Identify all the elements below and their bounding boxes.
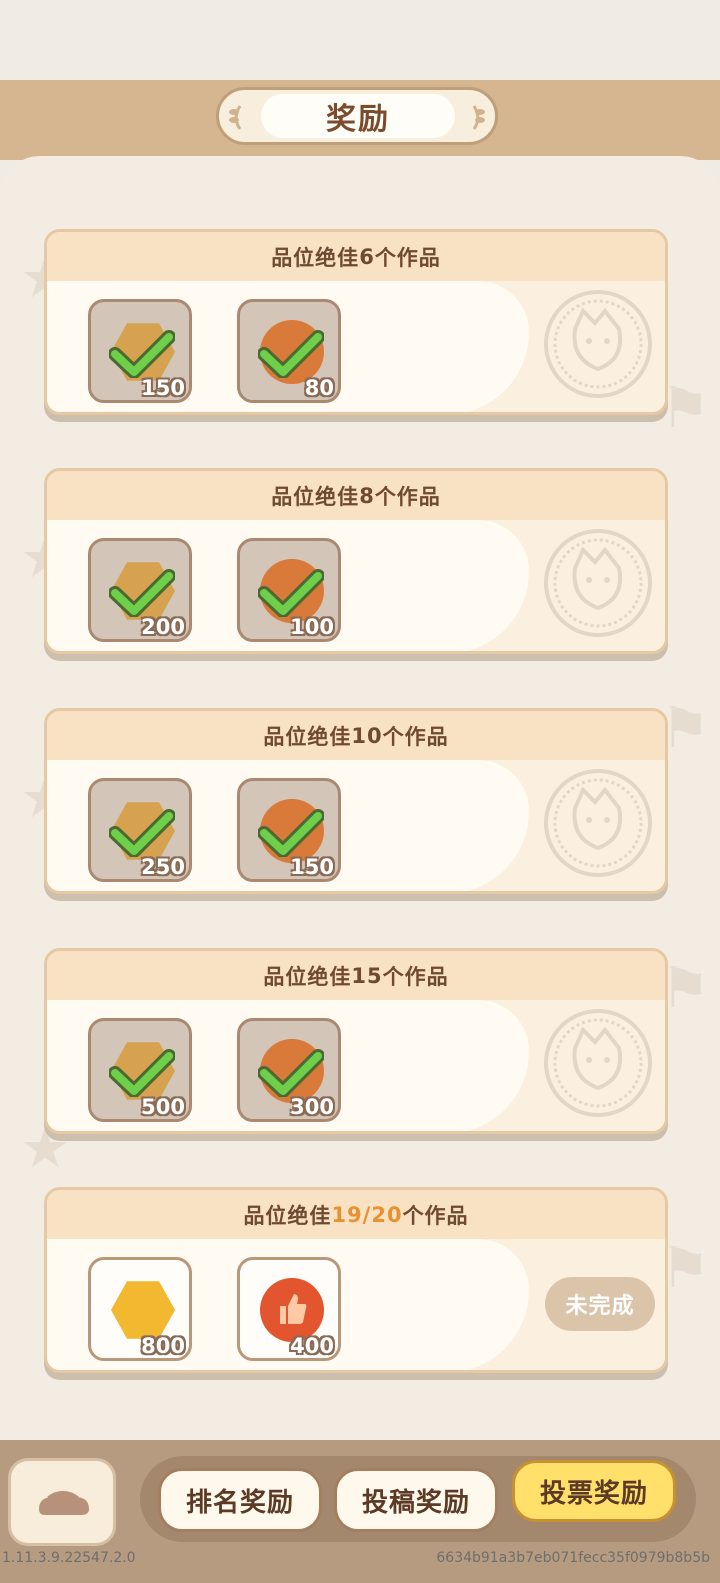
reward-amount: 150 — [290, 855, 334, 879]
page-title: 奖励 — [261, 94, 455, 138]
reward-amount: 200 — [141, 615, 185, 639]
reward-slot[interactable]: 250 — [88, 778, 192, 882]
reward-card: 品位绝佳 15 个作品 500 300 — [44, 948, 668, 1134]
check-icon — [258, 569, 324, 617]
progress-count: 6 — [359, 244, 375, 269]
thumbs-up-icon — [280, 1294, 307, 1324]
reward-slot[interactable]: 200 — [88, 538, 192, 642]
laurel-right-icon — [472, 105, 485, 130]
reward-slot[interactable]: 100 — [237, 538, 341, 642]
reward-slot[interactable]: 80 — [237, 299, 341, 403]
reward-card: 品位绝佳 6 个作品 150 80 — [44, 229, 668, 415]
claimed-stamp-icon — [544, 769, 652, 877]
reward-amount: 250 — [141, 855, 185, 879]
reward-card: 品位绝佳 19/20 个作品 800 400 未完成 — [44, 1187, 668, 1373]
reward-amount: 300 — [290, 1095, 334, 1119]
tab-voting-rewards[interactable]: 投票奖励 — [512, 1460, 676, 1522]
title-plate: 奖励 — [216, 87, 498, 145]
card-title: 品位绝佳 19/20 个作品 — [47, 1190, 665, 1239]
progress-count: 15 — [351, 963, 383, 988]
progress-count: 10 — [351, 723, 383, 748]
card-title: 品位绝佳 15 个作品 — [47, 951, 665, 1000]
tab-submission-rewards[interactable]: 投稿奖励 — [334, 1468, 498, 1532]
progress-count: 8 — [359, 483, 375, 508]
slipper-back-icon — [39, 1491, 89, 1515]
build-hash-text: 6634b91a3b7eb071fecc35f0979b8b5b — [436, 1550, 710, 1566]
check-icon — [109, 330, 175, 378]
claimed-stamp-icon — [544, 290, 652, 398]
check-icon — [109, 569, 175, 617]
reward-amount: 800 — [141, 1334, 185, 1358]
check-icon — [258, 330, 324, 378]
reward-slot[interactable]: 800 — [88, 1257, 192, 1361]
reward-amount: 150 — [141, 376, 185, 400]
check-icon — [258, 1049, 324, 1097]
card-title: 品位绝佳 6 个作品 — [47, 232, 665, 281]
reward-amount: 500 — [141, 1095, 185, 1119]
card-title: 品位绝佳 8 个作品 — [47, 471, 665, 520]
incomplete-status-button[interactable]: 未完成 — [545, 1277, 655, 1331]
progress-count: 19/20 — [331, 1202, 403, 1227]
reward-slot[interactable]: 150 — [237, 778, 341, 882]
reward-amount: 400 — [290, 1334, 334, 1358]
version-text: 1.11.3.9.22547.2.0 — [2, 1550, 136, 1566]
tab-ranking-rewards[interactable]: 排名奖励 — [158, 1468, 322, 1532]
claimed-stamp-icon — [544, 529, 652, 637]
reward-slot[interactable]: 400 — [237, 1257, 341, 1361]
reward-slot[interactable]: 150 — [88, 299, 192, 403]
laurel-left-icon — [229, 105, 242, 130]
reward-amount: 80 — [304, 376, 334, 400]
check-icon — [258, 809, 324, 857]
reward-amount: 100 — [290, 615, 334, 639]
claimed-stamp-icon — [544, 1009, 652, 1117]
hex-coin-icon — [111, 1281, 175, 1339]
check-icon — [109, 1049, 175, 1097]
reward-slot[interactable]: 300 — [237, 1018, 341, 1122]
check-icon — [109, 809, 175, 857]
reward-card: 品位绝佳 8 个作品 200 100 — [44, 468, 668, 654]
card-title: 品位绝佳 10 个作品 — [47, 711, 665, 760]
back-button[interactable] — [8, 1458, 116, 1546]
reward-card: 品位绝佳 10 个作品 250 150 — [44, 708, 668, 894]
reward-slot[interactable]: 500 — [88, 1018, 192, 1122]
